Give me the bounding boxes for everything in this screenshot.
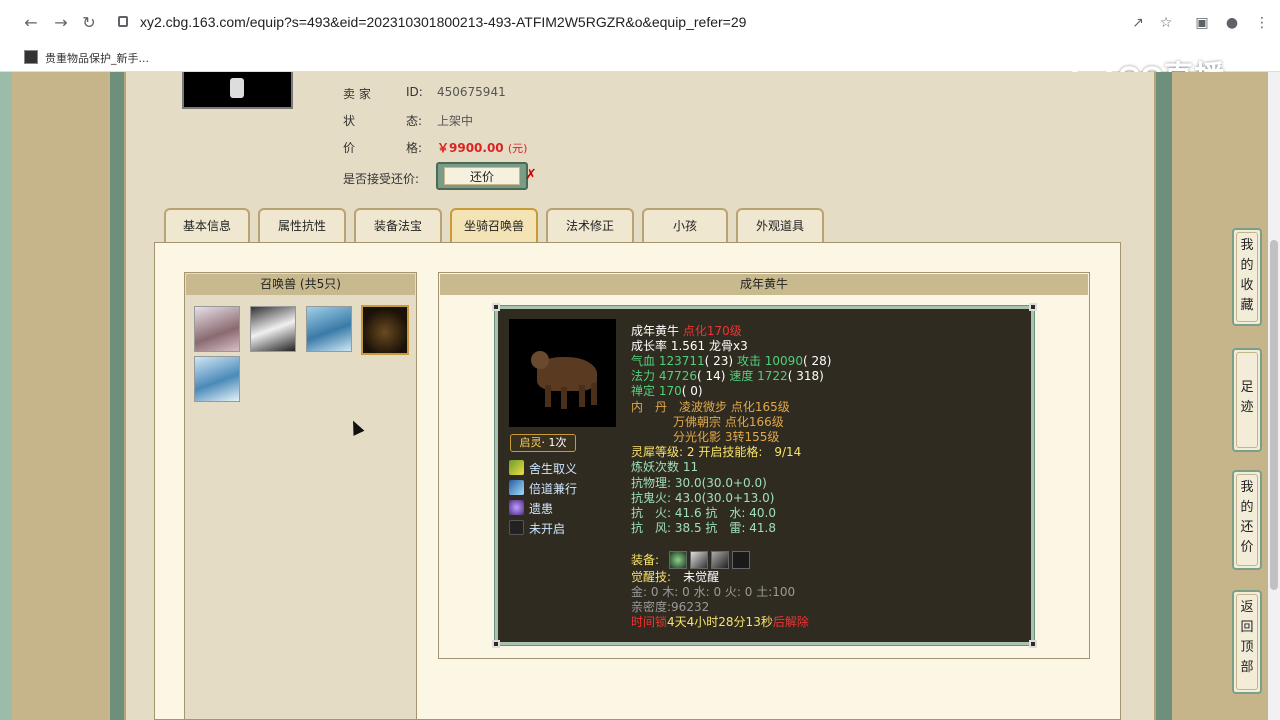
- pet-lingxi: 灵犀等级: 2 开启技能格: 9/14: [631, 445, 802, 459]
- awaken-count-badge: 启灵· 1次: [510, 434, 576, 452]
- pet-equip-label: 装备:: [631, 553, 660, 567]
- forward-icon[interactable]: →: [50, 12, 72, 34]
- tab-child[interactable]: 小孩: [642, 208, 728, 242]
- pet-inner-core: 内 丹 凌波微步 点化165级: [631, 400, 790, 414]
- tab-mount-pets[interactable]: 坐骑召唤兽: [450, 208, 538, 242]
- card-corner: [1029, 303, 1037, 311]
- pet-thumb[interactable]: [194, 306, 240, 352]
- equip-slot-amulet-icon[interactable]: [711, 551, 729, 569]
- favorites-button[interactable]: 我的收藏: [1232, 228, 1262, 326]
- pet-thumb[interactable]: [194, 356, 240, 402]
- skill-legacy-icon: [509, 500, 524, 515]
- back-to-top-button[interactable]: 返回顶部: [1232, 590, 1262, 694]
- back-icon[interactable]: ←: [20, 12, 42, 34]
- seller-id-value: 450675941: [437, 85, 506, 99]
- bookmark-favicon-icon: [24, 50, 38, 64]
- pet-elements: 金: 0 木: 0 水: 0 火: 0 土:100: [631, 585, 796, 599]
- star-icon[interactable]: ☆: [1156, 13, 1176, 33]
- seller-id-label: ID:: [406, 85, 423, 99]
- sidepanel-icon[interactable]: ▣: [1192, 13, 1212, 33]
- url-text[interactable]: xy2.cbg.163.com/equip?s=493&eid=20231030…: [140, 14, 746, 30]
- price-label: 价: [343, 141, 356, 155]
- history-button[interactable]: 足迹: [1232, 348, 1262, 452]
- bargain-label: 是否接受还价:: [343, 172, 420, 186]
- seller-label: 卖 家: [343, 87, 371, 101]
- menu-icon[interactable]: ⋮: [1252, 13, 1272, 33]
- ox-leg: [591, 383, 597, 405]
- pet-intimacy: 亲密度:96232: [631, 600, 710, 614]
- tab-spell-correction[interactable]: 法术修正: [546, 208, 634, 242]
- pet-res-ghost: 抗鬼火: 43.0(30.0+13.0): [631, 491, 775, 505]
- bargain-button[interactable]: 还价: [436, 162, 528, 190]
- character-thumbnail: [182, 72, 293, 109]
- pet-thumb-selected[interactable]: [361, 305, 409, 355]
- pet-res-fire-water: 抗 火: 41.6 抗 水: 40.0: [631, 506, 776, 520]
- pet-hp-atk: 气血 123711( 23) 攻击 10090( 28): [631, 354, 832, 368]
- share-icon[interactable]: ↗: [1128, 13, 1148, 33]
- equip-slot-empty-icon[interactable]: [732, 551, 750, 569]
- status-label-2: 态:: [406, 114, 423, 128]
- scrollbar-thumb[interactable]: [1270, 240, 1278, 590]
- pet-mp-spd: 法力 47726( 14) 速度 1722( 318): [631, 369, 824, 383]
- pet-thumb[interactable]: [306, 306, 352, 352]
- my-bargains-button[interactable]: 我的还价: [1232, 470, 1262, 570]
- equip-slot-ring-icon[interactable]: [669, 551, 687, 569]
- pet-time-lock: 时间锁4天4小时28分13秒后解除: [631, 615, 809, 629]
- card-corner: [492, 303, 500, 311]
- ox-leg: [561, 387, 567, 409]
- pet-list-title: 召唤兽 (共5只): [186, 274, 415, 295]
- bargain-marker-icon: ✗: [525, 167, 537, 183]
- left-background: [12, 72, 110, 720]
- bookmark-item[interactable]: 贵重物品保护_新手...: [45, 50, 149, 66]
- pet-detail-title: 成年黄牛: [440, 274, 1088, 295]
- status-label: 状: [343, 114, 356, 128]
- ox-leg: [545, 385, 551, 407]
- tab-attributes[interactable]: 属性抗性: [258, 208, 346, 242]
- pet-portrait: [509, 319, 616, 427]
- pet-growth: 成长率 1.561 龙骨x3: [631, 339, 748, 353]
- profile-icon[interactable]: ●: [1222, 13, 1242, 33]
- lock-icon[interactable]: [118, 16, 128, 27]
- pet-inner-core-2: 万佛朝宗 点化166级: [673, 415, 784, 429]
- pet-res-phys: 抗物理: 30.0(30.0+0.0): [631, 476, 767, 490]
- equip-slot-armor-icon[interactable]: [690, 551, 708, 569]
- reload-icon[interactable]: ↻: [78, 12, 100, 34]
- card-corner: [1029, 640, 1037, 648]
- pet-awaken: 觉醒技: 未觉醒: [631, 570, 720, 584]
- right-background: [1172, 72, 1280, 720]
- card-corner: [492, 640, 500, 648]
- tab-appearance[interactable]: 外观道具: [736, 208, 824, 242]
- status-value: 上架中: [437, 114, 474, 128]
- ox-leg: [579, 385, 585, 407]
- pet-inner-core-3: 分光化影 3转155级: [673, 430, 780, 444]
- pet-res-wind-thunder: 抗 风: 38.5 抗 雷: 41.8: [631, 521, 776, 535]
- price-value: ￥9900.00 (元): [437, 141, 528, 155]
- pet-zen: 禅定 170( 0): [631, 384, 703, 398]
- pet-thumb[interactable]: [250, 306, 296, 352]
- ox-head: [531, 351, 549, 369]
- price-label-2: 格:: [406, 141, 423, 155]
- character-figure: [230, 78, 244, 98]
- left-decoration: [0, 72, 12, 720]
- tab-equipment[interactable]: 装备法宝: [354, 208, 442, 242]
- pet-refine-count: 炼妖次数 11: [631, 460, 699, 474]
- skill-speed-icon: [509, 480, 524, 495]
- tab-basic-info[interactable]: 基本信息: [164, 208, 250, 242]
- skill-sacrifice-icon: [509, 460, 524, 475]
- pet-name-line: 成年黄牛 点化170级: [631, 324, 742, 338]
- skill-locked-icon: [509, 520, 524, 535]
